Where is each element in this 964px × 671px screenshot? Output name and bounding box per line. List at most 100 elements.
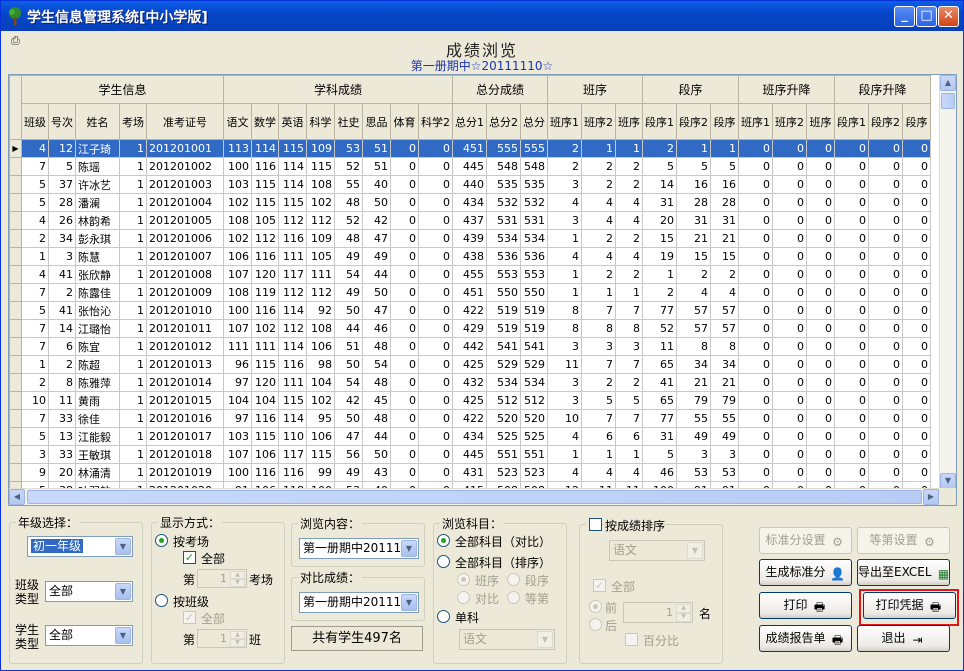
spin-up-icon[interactable]: ▲	[230, 571, 245, 579]
table-row[interactable]: 1 2 陈超 1 201201013 96 115 116 98 50 54 0 0 425 529 529 1…	[9, 355, 931, 374]
table-row[interactable]: 2 34 彭永琪 1 201201006 102 112 116 109 48 47 0 0 439 534…	[9, 229, 931, 248]
horizontal-scroll-thumb[interactable]	[27, 490, 922, 504]
compare-select[interactable]: 第一册期中201111 ▼	[299, 592, 419, 613]
spin-up-icon[interactable]: ▲	[230, 631, 245, 639]
column-header[interactable]: 班级	[21, 103, 49, 140]
grade-settings-button[interactable]: 等第设置 ⚙	[857, 527, 950, 554]
row-indicator[interactable]	[9, 391, 22, 410]
all-sort-radio[interactable]	[437, 555, 450, 568]
class-all-checkbox[interactable]: ✓	[183, 611, 196, 624]
table-row[interactable]: ▶ 4 12 江子琦 1 201201001 113 114 115 109 53 51 0 0 451 55…	[9, 139, 931, 158]
row-indicator[interactable]	[9, 265, 22, 284]
row-indicator[interactable]	[9, 445, 22, 464]
column-header[interactable]: 总分	[520, 103, 548, 140]
column-header[interactable]: 语文	[223, 103, 252, 140]
student-type-select[interactable]: 全部 ▼	[45, 625, 133, 646]
chevron-down-icon[interactable]: ▼	[401, 594, 417, 611]
maximize-button[interactable]: □	[916, 6, 937, 27]
row-pointer-icon[interactable]: ▶	[9, 139, 22, 158]
column-header[interactable]: 准考证号	[146, 103, 224, 140]
sort-all-checkbox[interactable]: ✓	[593, 579, 606, 592]
column-header[interactable]: 姓名	[75, 103, 120, 140]
equal-radio[interactable]	[507, 591, 520, 604]
table-row[interactable]: 4 26 林韵希 1 201201005 108 105 112 112 52 42 0 0 437 531…	[9, 211, 931, 230]
minimize-button[interactable]: _	[894, 6, 915, 27]
row-indicator[interactable]	[9, 355, 22, 374]
spin-down-icon[interactable]: ▼	[230, 639, 245, 647]
score-grid[interactable]: 学生信息 学科成绩 总分成绩 班序 段序 班序升降 段序升降 班级 号次 姓名 考场 准考证号 语文 数学…	[8, 74, 957, 506]
report-card-button[interactable]: 成绩报告单 🖶	[759, 625, 852, 652]
sort-subject-select[interactable]: 语文 ▼	[609, 540, 705, 561]
chevron-down-icon[interactable]: ▼	[537, 631, 553, 648]
column-header[interactable]: 段序1	[834, 103, 869, 140]
row-indicator[interactable]	[9, 193, 22, 212]
class-order-radio[interactable]	[457, 573, 470, 586]
row-indicator[interactable]	[9, 211, 22, 230]
table-row[interactable]: 7 14 江璐怡 1 201201011 107 102 112 108 44 46 0 0 429 519…	[9, 319, 931, 338]
row-indicator[interactable]	[9, 373, 22, 392]
browse-content-select[interactable]: 第一册期中201111 ▼	[299, 538, 419, 559]
table-row[interactable]: 1 3 陈慧 1 201201007 106 116 111 105 49 49 0 0 438 536 53…	[9, 247, 931, 266]
column-header[interactable]: 班序1	[547, 103, 582, 140]
grade-order-radio[interactable]	[507, 573, 520, 586]
scroll-down-icon[interactable]: ▼	[940, 473, 956, 489]
generate-std-score-button[interactable]: 生成标准分 👤	[759, 559, 852, 586]
room-number-spinner[interactable]: 1 ▲ ▼	[197, 569, 247, 588]
class-number-spinner[interactable]: 1 ▲ ▼	[197, 629, 247, 648]
vertical-scrollbar[interactable]: ▲ ▼	[939, 75, 956, 489]
column-header[interactable]: 科学2	[418, 103, 453, 140]
rank-spinner[interactable]: 1 ▲ ▼	[623, 602, 693, 623]
row-indicator[interactable]	[9, 427, 22, 446]
column-header[interactable]: 社史	[334, 103, 363, 140]
row-indicator[interactable]	[9, 337, 22, 356]
spin-down-icon[interactable]: ▼	[230, 579, 245, 587]
scroll-right-icon[interactable]: ▶	[923, 489, 939, 505]
chevron-down-icon[interactable]: ▼	[115, 538, 131, 555]
column-header[interactable]: 总分2	[486, 103, 521, 140]
spin-up-icon[interactable]: ▲	[676, 604, 691, 613]
row-indicator[interactable]	[9, 319, 22, 338]
std-score-settings-button[interactable]: 标准分设置 ⚙	[759, 527, 852, 554]
grade-select[interactable]: 初一年级 ▼	[27, 536, 133, 557]
front-radio[interactable]	[589, 600, 602, 613]
row-indicator[interactable]	[9, 409, 22, 428]
column-header[interactable]: 号次	[48, 103, 76, 140]
by-room-radio[interactable]	[155, 534, 168, 547]
all-compare-radio[interactable]	[437, 534, 450, 547]
column-header[interactable]: 数学	[251, 103, 279, 140]
column-header[interactable]: 段序1	[642, 103, 677, 140]
close-button[interactable]: ✕	[938, 6, 959, 27]
scroll-left-icon[interactable]: ◀	[9, 489, 25, 505]
table-row[interactable]: 2 8 陈雅萍 1 201201014 97 120 111 104 54 48 0 0 432 534 53…	[9, 373, 931, 392]
table-row[interactable]: 4 41 张欣静 1 201201008 107 120 117 111 54 44 0 0 455 553…	[9, 265, 931, 284]
table-row[interactable]: 10 11 黄雨 1 201201015 104 104 115 102 42 45 0 0 425 512…	[9, 391, 931, 410]
table-row[interactable]: 3 33 王敏琪 1 201201018 107 106 117 115 56 50 0 0 445 551…	[9, 445, 931, 464]
row-indicator[interactable]	[9, 157, 22, 176]
column-header[interactable]: 段序2	[868, 103, 903, 140]
table-row[interactable]: 7 5 陈瑶 1 201201002 100 116 114 115 52 51 0 0 445 548 54…	[9, 157, 931, 176]
print-button[interactable]: 打印 🖶	[759, 592, 852, 619]
column-header[interactable]: 班序	[615, 103, 643, 140]
chevron-down-icon[interactable]: ▼	[401, 540, 417, 557]
column-header[interactable]: 段序	[902, 103, 931, 140]
table-row[interactable]: 5 28 潘澜 1 201201004 102 115 115 102 48 50 0 0 434 532 5…	[9, 193, 931, 212]
table-row[interactable]: 5 41 张怡沁 1 201201010 100 116 114 92 50 47 0 0 422 519 5…	[9, 301, 931, 320]
row-indicator[interactable]	[9, 301, 22, 320]
column-header[interactable]: 班序2	[772, 103, 807, 140]
row-indicator[interactable]	[9, 247, 22, 266]
column-header[interactable]: 体育	[390, 103, 419, 140]
class-type-select[interactable]: 全部 ▼	[45, 581, 133, 602]
column-header[interactable]: 段序2	[676, 103, 711, 140]
column-header[interactable]: 班序2	[581, 103, 616, 140]
column-header[interactable]: 总分1	[452, 103, 487, 140]
horizontal-scrollbar[interactable]: ◀ ▶	[9, 488, 939, 505]
table-row[interactable]: 7 2 陈露佳 1 201201009 108 119 112 112 49 50 0 0 451 550 5…	[9, 283, 931, 302]
column-header[interactable]: 英语	[278, 103, 307, 140]
room-all-checkbox[interactable]: ✓	[183, 551, 196, 564]
compare-radio[interactable]	[457, 591, 470, 604]
row-indicator[interactable]	[9, 175, 22, 194]
chevron-down-icon[interactable]: ▼	[115, 627, 131, 644]
table-row[interactable]: 7 33 徐佳 1 201201016 97 116 114 95 50 48 0 0 422 520 520…	[9, 409, 931, 428]
by-class-radio[interactable]	[155, 594, 168, 607]
export-excel-button[interactable]: 导出至EXCEL ▦	[857, 559, 950, 586]
